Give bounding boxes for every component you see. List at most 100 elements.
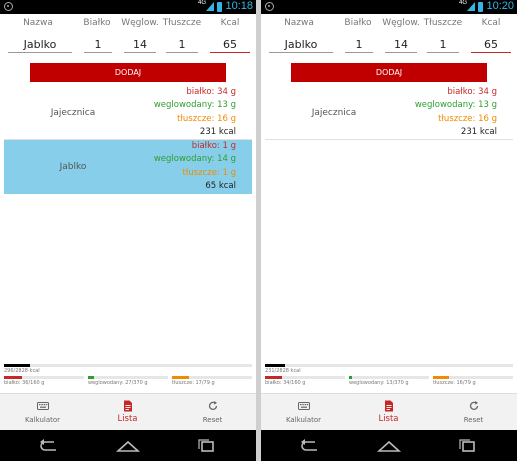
list-item[interactable]: Jajecznica białko: 34 g weglowodany: 13 …	[4, 86, 252, 140]
phone-screen-left: 4G 10:18 Nazwa Białko Węglow. Tłuszcze K…	[0, 0, 256, 461]
item-fat: tłuszcze: 1 g	[182, 167, 236, 178]
signal-icon	[206, 2, 214, 11]
clock: 10:18	[225, 0, 253, 12]
status-bar: 4G 10:18	[0, 0, 256, 14]
document-icon	[123, 400, 132, 412]
header-protein: Białko	[83, 18, 111, 28]
keyboard-icon	[36, 402, 49, 410]
network-type: 4G	[458, 0, 467, 6]
refresh-icon	[469, 401, 478, 410]
header-kcal: Kcal	[481, 18, 501, 28]
list-item[interactable]: Jajecznica białko: 34 g weglowodany: 13 …	[265, 86, 513, 140]
carbs-progress-label: weglowodany: 13/370 g	[349, 380, 409, 386]
header-name: Nazwa	[23, 18, 53, 28]
carbs-progress-bar	[88, 376, 168, 379]
item-kcal: 231 kcal	[199, 127, 236, 138]
system-nav-bar	[261, 430, 517, 461]
header-kcal: Kcal	[220, 18, 240, 28]
protein-field[interactable]: 1	[345, 36, 373, 53]
protein-progress-bar	[265, 376, 345, 379]
tab-reset[interactable]: Reset	[431, 394, 516, 431]
tab-calculator-label: Kalkulator	[24, 416, 61, 424]
protein-progress-label: białko: 34/160 g	[265, 380, 306, 386]
header-carbs: Węglow.	[382, 18, 420, 28]
carbs-field[interactable]: 14	[385, 36, 417, 53]
protein-field[interactable]: 1	[84, 36, 112, 53]
name-field[interactable]: Jablko	[8, 36, 72, 53]
tab-calculator-label: Kalkulator	[285, 416, 322, 424]
carbs-field[interactable]: 14	[124, 36, 156, 53]
tab-reset-label: Reset	[202, 416, 223, 424]
tab-calculator[interactable]: Kalkulator	[261, 394, 346, 431]
header-name: Nazwa	[284, 18, 314, 28]
kcal-progress-label: 296/2828 kcal	[4, 368, 40, 374]
tab-reset[interactable]: Reset	[170, 394, 255, 431]
clock: 10:20	[486, 0, 514, 12]
protein-progress-bar	[4, 376, 84, 379]
add-button[interactable]: DODAJ	[30, 63, 226, 82]
header-fat: Tłuszcze	[423, 18, 463, 28]
add-button[interactable]: DODAJ	[291, 63, 487, 82]
phone-screen-right: 4G 10:20 Nazwa Białko Węglow. Tłuszcze K…	[261, 0, 517, 461]
protein-progress-fill	[4, 376, 22, 379]
kcal-progress-bar	[265, 364, 513, 367]
item-fat: tłuszcze: 16 g	[177, 113, 236, 124]
item-protein: białko: 34 g	[186, 87, 236, 97]
battery-icon	[478, 2, 483, 12]
fat-field[interactable]: 1	[427, 36, 459, 53]
home-icon[interactable]	[374, 438, 404, 454]
protein-progress-label: białko: 36/160 g	[4, 380, 45, 386]
battery-icon	[217, 2, 222, 12]
back-icon[interactable]	[295, 438, 325, 454]
kcal-progress-fill	[4, 364, 31, 367]
item-carbs: weglowodany: 13 g	[153, 100, 236, 111]
bottom-tab-bar: Kalkulator Lista Reset	[261, 393, 517, 430]
fat-field[interactable]: 1	[166, 36, 198, 53]
food-list: Jajecznica białko: 34 g weglowodany: 13 …	[265, 86, 513, 140]
tab-list-label: Lista	[117, 414, 138, 424]
item-name: Jajecznica	[50, 108, 96, 118]
item-name: Jajecznica	[311, 108, 357, 118]
header-protein: Białko	[344, 18, 372, 28]
carbs-progress-bar	[349, 376, 429, 379]
item-kcal: 65 kcal	[205, 181, 236, 192]
tab-list[interactable]: Lista	[85, 394, 170, 431]
list-item-selected[interactable]: Jablko białko: 1 g weglowodany: 14 g tłu…	[4, 140, 252, 194]
fat-progress-bar	[172, 376, 252, 379]
item-fat: tłuszcze: 16 g	[438, 113, 497, 124]
header-fat: Tłuszcze	[162, 18, 202, 28]
fat-progress-fill	[172, 376, 190, 379]
tab-list-label: Lista	[378, 414, 399, 424]
protein-progress-fill	[265, 376, 283, 379]
notification-icon	[265, 2, 274, 11]
tab-reset-label: Reset	[463, 416, 484, 424]
keyboard-icon	[297, 402, 310, 410]
fat-progress-bar	[433, 376, 513, 379]
status-bar: 4G 10:20	[261, 0, 517, 14]
home-icon[interactable]	[113, 438, 143, 454]
fat-progress-fill	[433, 376, 450, 379]
document-icon	[384, 400, 393, 412]
kcal-field[interactable]: 65	[471, 36, 511, 53]
recent-apps-icon[interactable]	[453, 438, 483, 454]
item-name: Jablko	[59, 162, 87, 172]
fat-progress-label: tłuszcze: 16/79 g	[433, 380, 476, 386]
item-protein: białko: 34 g	[447, 87, 497, 97]
item-protein: białko: 1 g	[191, 141, 236, 151]
network-type: 4G	[197, 0, 206, 6]
carbs-progress-fill	[349, 376, 352, 379]
kcal-field[interactable]: 65	[210, 36, 250, 53]
carbs-progress-label: weglowodany: 27/370 g	[88, 380, 148, 386]
carbs-progress-fill	[88, 376, 94, 379]
header-carbs: Węglow.	[121, 18, 159, 28]
tab-list[interactable]: Lista	[346, 394, 431, 431]
name-field[interactable]: Jablko	[269, 36, 333, 53]
bottom-tab-bar: Kalkulator Lista Reset	[0, 393, 256, 430]
item-carbs: weglowodany: 14 g	[153, 154, 236, 165]
kcal-progress-fill	[265, 364, 286, 367]
food-list: Jajecznica białko: 34 g weglowodany: 13 …	[4, 86, 252, 194]
kcal-progress-label: 231/2828 kcal	[265, 368, 301, 374]
back-icon[interactable]	[34, 438, 64, 454]
recent-apps-icon[interactable]	[192, 438, 222, 454]
tab-calculator[interactable]: Kalkulator	[0, 394, 85, 431]
